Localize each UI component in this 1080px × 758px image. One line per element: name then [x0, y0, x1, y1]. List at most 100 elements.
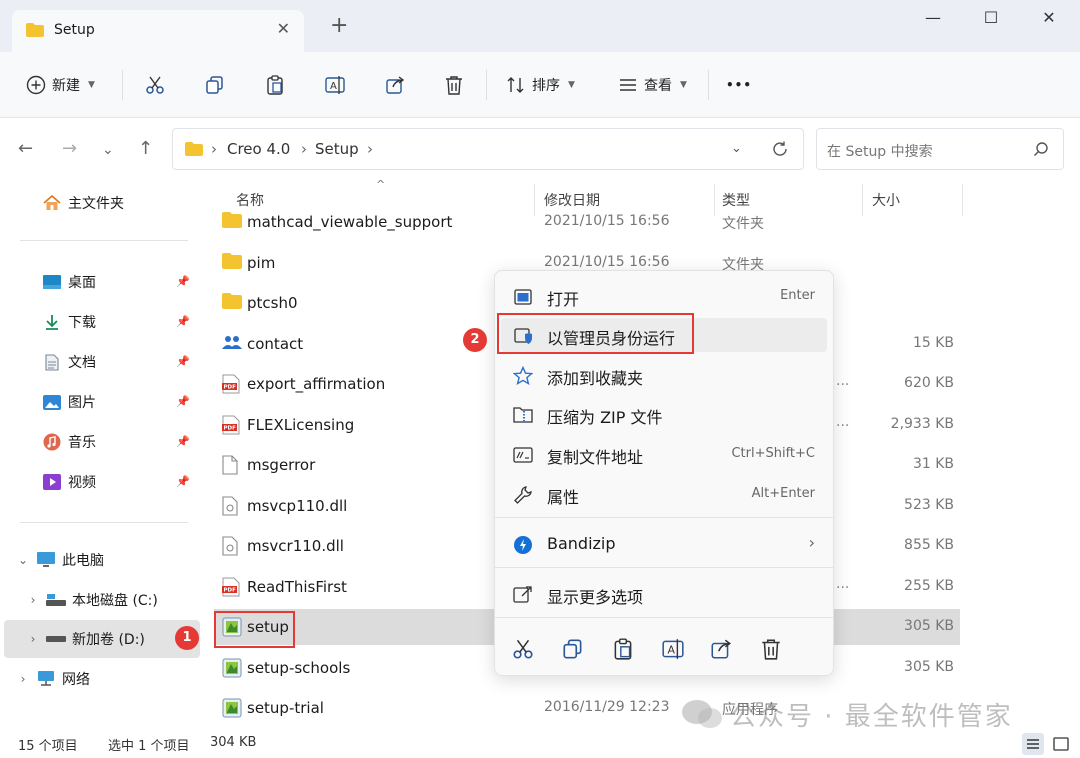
file-name: msvcp110.dll	[247, 496, 348, 515]
more-options-icon	[513, 586, 532, 603]
file-size: 255 KB	[904, 577, 954, 594]
menu-item-properties[interactable]: 属性 Alt+Enter	[501, 477, 827, 511]
breadcrumb-item[interactable]: Setup	[315, 140, 359, 158]
sidebar-item-pictures[interactable]: 图片 📌	[0, 385, 196, 419]
clipboard-icon[interactable]	[611, 637, 635, 661]
address-bar[interactable]: › Creo 4.0 › Setup › ⌄	[172, 128, 804, 170]
menu-item-open[interactable]: 打开 Enter	[501, 279, 827, 313]
sidebar-item-music[interactable]: 音乐 📌	[0, 425, 196, 459]
pin-icon[interactable]: 📌	[176, 395, 190, 408]
file-name: setup-schools	[247, 658, 351, 677]
pin-icon[interactable]: 📌	[176, 475, 190, 488]
sidebar-item-label: 本地磁盘 (C:)	[72, 593, 158, 609]
file-row[interactable]: mathcad_viewable_support 2021/10/15 16:56…	[214, 204, 960, 240]
sidebar-item-drive-c[interactable]: › 本地磁盘 (C:)	[0, 583, 196, 617]
chevron-right-icon[interactable]: ›	[26, 593, 40, 607]
menu-item-add-to-favorites[interactable]: 添加到收藏夹	[501, 358, 827, 392]
share-button[interactable]	[384, 72, 406, 98]
paste-button[interactable]	[264, 72, 286, 98]
drive-icon	[46, 630, 66, 648]
documents-icon	[42, 353, 62, 371]
search-input[interactable]: 在 Setup 中搜索	[816, 128, 1064, 170]
new-tab-button[interactable]: +	[330, 15, 348, 37]
watermark-text: 公众号 · 最全软件管家	[730, 702, 1013, 732]
sidebar-item-label: 视频	[68, 475, 96, 491]
more-button[interactable]: •••	[726, 72, 752, 98]
copy-icon[interactable]	[561, 637, 585, 661]
refresh-icon[interactable]	[771, 140, 789, 158]
sidebar-item-label: 文档	[68, 355, 96, 371]
svg-text:PDF: PDF	[224, 385, 237, 391]
scissors-icon[interactable]	[511, 637, 535, 661]
cut-button[interactable]	[144, 72, 166, 98]
divider	[122, 70, 123, 100]
sidebar-item-downloads[interactable]: 下载 📌	[0, 305, 196, 339]
view-button[interactable]: 查看 ▼	[618, 72, 687, 98]
file-name: pim	[247, 253, 276, 272]
music-icon	[42, 433, 62, 451]
pin-icon[interactable]: 📌	[176, 315, 190, 328]
tiles-view-icon[interactable]	[1050, 733, 1072, 755]
chevron-right-icon[interactable]: ›	[26, 632, 40, 646]
breadcrumb-item[interactable]: Creo 4.0	[227, 140, 290, 158]
sidebar-item-label: 此电脑	[62, 553, 104, 569]
minimize-button[interactable]: —	[920, 8, 946, 30]
pin-icon[interactable]: 📌	[176, 435, 190, 448]
details-view-icon[interactable]	[1022, 733, 1044, 755]
tab-close-icon[interactable]: ✕	[277, 19, 290, 38]
menu-shortcut: Ctrl+Shift+C	[731, 446, 815, 461]
folder-icon	[26, 23, 44, 37]
file-type: 文件夹	[722, 216, 764, 232]
maximize-button[interactable]: ☐	[978, 8, 1004, 30]
tab-setup[interactable]: Setup ✕	[12, 10, 304, 52]
forward-button[interactable]: →	[62, 138, 77, 159]
sidebar-item-documents[interactable]: 文档 📌	[0, 345, 196, 379]
chevron-right-icon[interactable]: ›	[16, 672, 30, 686]
close-window-button[interactable]: ✕	[1036, 8, 1062, 30]
menu-shortcut: Alt+Enter	[751, 486, 815, 501]
chevron-down-icon[interactable]: ⌄	[16, 553, 30, 567]
setup-icon	[222, 658, 242, 678]
sort-button[interactable]: 排序 ▼	[506, 72, 575, 98]
divider	[486, 70, 487, 100]
up-button[interactable]: ↑	[138, 138, 153, 159]
sidebar-item-this-pc[interactable]: ⌄ 此电脑	[0, 543, 196, 577]
breadcrumb-separator: ›	[211, 140, 217, 158]
new-button[interactable]: 新建 ▼	[26, 72, 95, 98]
download-icon	[42, 313, 62, 331]
sidebar-item-desktop[interactable]: 桌面 📌	[0, 265, 196, 299]
copy-button[interactable]	[204, 72, 226, 98]
menu-divider	[495, 517, 833, 518]
share-icon[interactable]	[709, 637, 733, 661]
rename-button[interactable]: A	[324, 72, 346, 98]
menu-shortcut: Enter	[780, 288, 815, 303]
recent-locations-button[interactable]: ⌄	[102, 142, 114, 158]
menu-item-copy-path[interactable]: 复制文件地址 Ctrl+Shift+C	[501, 437, 827, 471]
menu-item-bandizip[interactable]: Bandizip ›	[501, 527, 827, 561]
pictures-icon	[42, 393, 62, 411]
file-date: 2016/11/29 12:23	[544, 699, 670, 715]
menu-item-show-more-options[interactable]: 显示更多选项	[501, 577, 827, 611]
menu-divider	[495, 617, 833, 618]
file-size: 2,933 KB	[890, 415, 954, 432]
pin-icon[interactable]: 📌	[176, 275, 190, 288]
view-label: 查看	[644, 78, 672, 94]
chevron-right-icon: ›	[808, 533, 815, 552]
file-name: mathcad_viewable_support	[247, 213, 453, 231]
address-dropdown-icon[interactable]: ⌄	[731, 141, 742, 156]
file-icon	[222, 455, 242, 475]
title-bar: Setup ✕ + — ☐ ✕	[0, 0, 1080, 52]
pin-icon[interactable]: 📌	[176, 355, 190, 368]
navigation-pane: 主文件夹 桌面 📌 下载 📌 文档 📌 图片 📌 音乐 📌 视频 📌 ⌄ 此电脑…	[0, 178, 200, 730]
menu-item-compress-zip[interactable]: 压缩为 ZIP 文件	[501, 397, 827, 431]
sidebar-item-home[interactable]: 主文件夹	[0, 186, 196, 220]
sidebar-item-network[interactable]: › 网络	[0, 662, 196, 696]
sidebar-item-videos[interactable]: 视频 📌	[0, 465, 196, 499]
sidebar-item-drive-d[interactable]: › 新加卷 (D:)	[4, 620, 200, 658]
trash-icon[interactable]	[759, 637, 783, 661]
delete-button[interactable]	[444, 72, 464, 98]
svg-text:PDF: PDF	[224, 425, 237, 431]
back-button[interactable]: ←	[18, 138, 33, 159]
rename-icon[interactable]: A	[661, 637, 685, 661]
file-size: 523 KB	[904, 496, 954, 513]
